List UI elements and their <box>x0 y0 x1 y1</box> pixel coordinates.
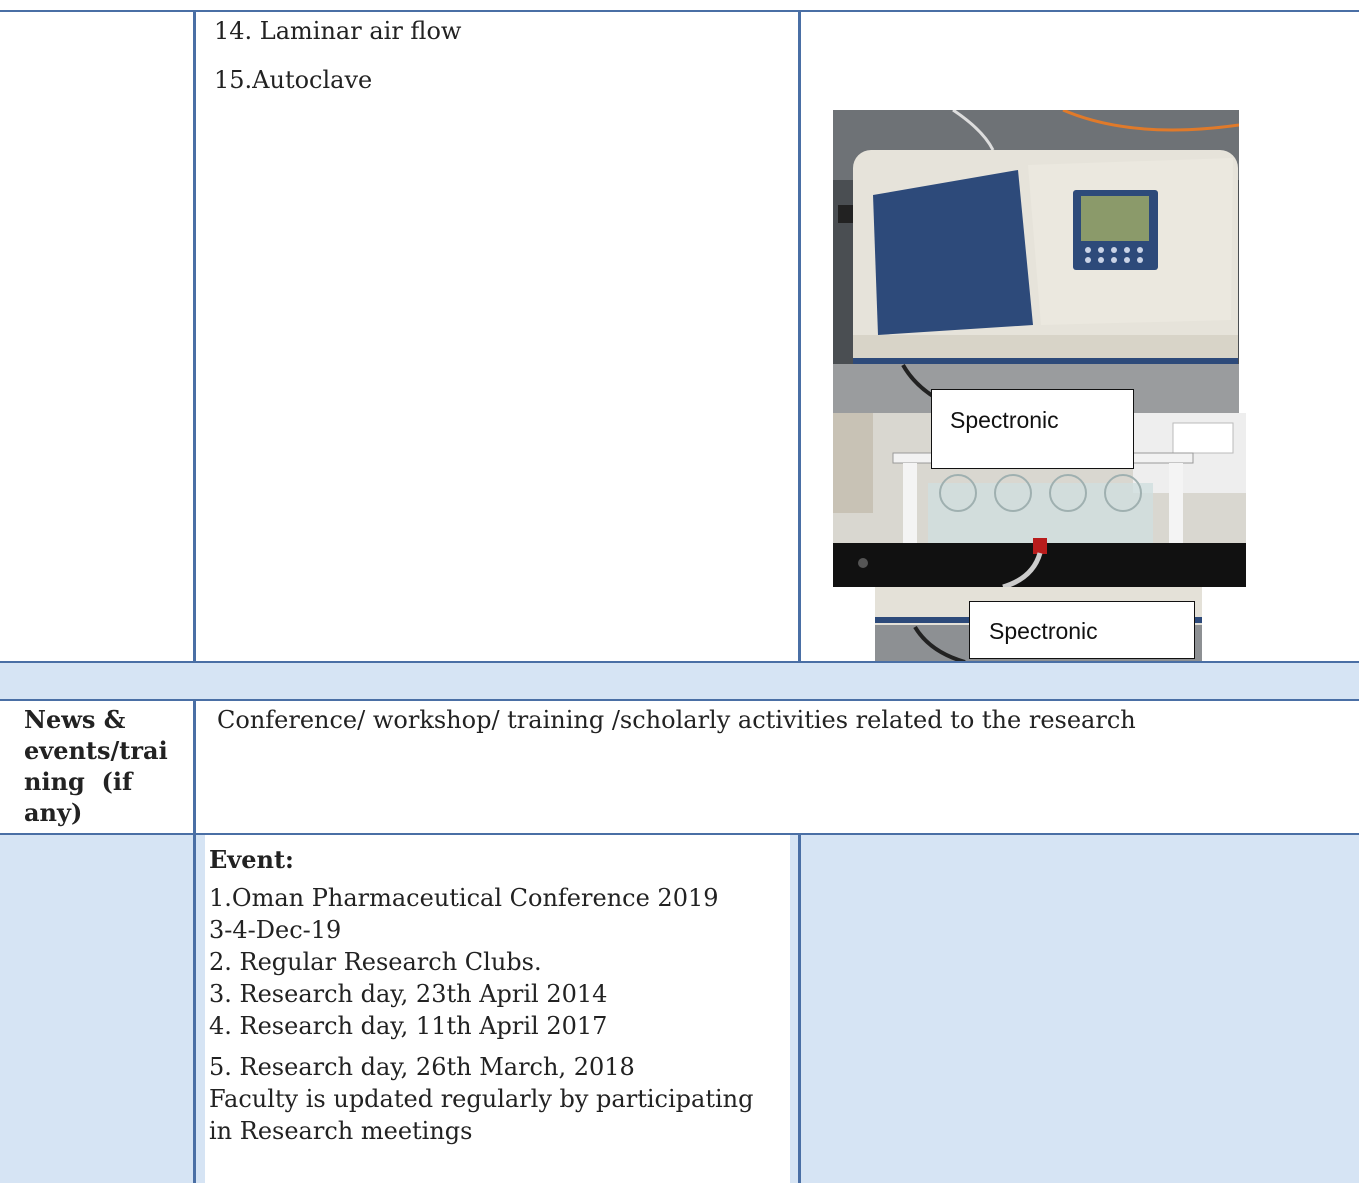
equipment-item: 14. Laminar air flow <box>214 17 462 45</box>
events-list-cell: Event: 1.Oman Pharmaceutical Conference … <box>205 834 790 1183</box>
row-label-line: News & <box>24 705 126 734</box>
events-right-cell <box>800 834 1359 1183</box>
event-line: in Research meetings <box>209 1117 473 1145</box>
photo-caption-text: Spectronic <box>989 618 1098 644</box>
equipment-label-cell <box>0 10 195 662</box>
table-border <box>193 700 196 1183</box>
events-title: Event: <box>209 845 294 874</box>
table-border <box>0 833 1359 835</box>
table-border <box>0 661 1359 663</box>
news-label-cell: News & events/trai ning (if any) <box>0 700 195 834</box>
table-border <box>798 10 801 662</box>
event-line: Faculty is updated regularly by particip… <box>209 1085 754 1113</box>
event-line: 1.Oman Pharmaceutical Conference 2019 <box>209 884 719 912</box>
events-label-cell <box>0 834 195 1183</box>
spectrophotometer-photo <box>833 110 1239 413</box>
row-label-line: any) <box>24 798 83 827</box>
row-label-line: ning (if <box>24 767 133 796</box>
spacer-row <box>0 662 1359 700</box>
table-border <box>0 10 1359 12</box>
photo-caption-text: Spectronic <box>950 407 1059 433</box>
news-heading: Conference/ workshop/ training /scholarl… <box>217 706 1136 734</box>
event-line: 3. Research day, 23th April 2014 <box>209 980 608 1008</box>
photo-caption: Spectronic <box>969 601 1195 659</box>
event-line: 5. Research day, 26th March, 2018 <box>209 1053 635 1081</box>
table-border <box>798 834 801 1183</box>
events-strip-left <box>195 834 205 1183</box>
event-line: 2. Regular Research Clubs. <box>209 948 542 976</box>
news-heading-cell: Conference/ workshop/ training /scholarl… <box>195 700 1359 834</box>
event-line: 3-4-Dec-19 <box>209 916 342 944</box>
photo-caption: Spectronic <box>931 389 1134 469</box>
table-border <box>0 699 1359 701</box>
event-line: 4. Research day, 11th April 2017 <box>209 1012 608 1040</box>
row-label-line: events/trai <box>24 736 168 765</box>
equipment-item: 15.Autoclave <box>214 66 373 94</box>
table-border <box>193 10 196 662</box>
equipment-list-cell: 14. Laminar air flow 15.Autoclave <box>195 10 800 662</box>
